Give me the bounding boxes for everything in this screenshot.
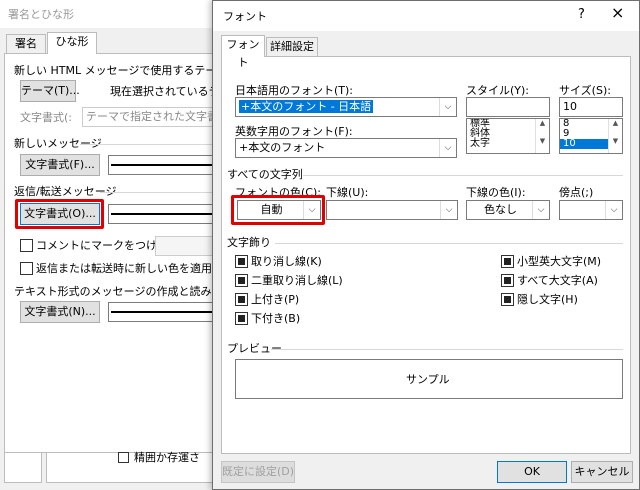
chevron-down-icon: ⌵ (605, 201, 622, 219)
effects-divider (275, 243, 623, 244)
new-message-font-button[interactable]: 文字書式(F)... (20, 154, 100, 176)
subscript-checkbox[interactable] (235, 312, 248, 325)
back-window-title: 署名とひな形 (8, 8, 74, 21)
preview-divider (271, 349, 623, 350)
hidden-checkbox[interactable] (501, 293, 514, 306)
font-dialog: フォント ? × フォント 詳細設定 日本語用のフォント(T): +本文のフォン… (212, 0, 640, 490)
underline-label: 下線(U): (326, 186, 369, 199)
en-font-select[interactable]: +本文のフォント ⌵ (235, 138, 457, 158)
reply-divider (100, 192, 230, 193)
plain-text-group-label: テキスト形式のメッセージの作成と読み込み (14, 285, 234, 298)
underline-select[interactable]: ⌵ (326, 200, 458, 220)
style-input[interactable] (466, 97, 550, 117)
tab-advanced[interactable]: 詳細設定 (266, 37, 318, 57)
dialog-title-bar: フォント ? × (213, 1, 639, 31)
back-footer-pane-left (4, 453, 42, 483)
reply-font-highlight (15, 199, 104, 229)
chevron-down-icon: ⌵ (532, 201, 549, 219)
hidden-label: 隠し文字(H) (517, 293, 578, 306)
dialog-title: フォント (223, 10, 267, 23)
strikethrough-label: 取り消し線(K) (251, 255, 322, 268)
ok-button[interactable]: OK (497, 461, 567, 483)
emphasis-label: 傍点(;) (559, 186, 594, 199)
style-label: スタイル(Y): (466, 84, 530, 97)
jp-font-select[interactable]: +本文のフォント - 日本語 ⌵ (235, 97, 457, 117)
all-caps-checkbox[interactable] (501, 274, 514, 287)
theme-group-label: 新しい HTML メッセージで使用するテーマ (14, 64, 228, 77)
pick-color-checkbox[interactable] (20, 262, 33, 275)
strikethrough-checkbox[interactable] (235, 255, 248, 268)
small-caps-label: 小型英大文字(M) (517, 255, 602, 268)
underline-color-value: 色なし (484, 203, 517, 216)
size-list-scrollbar[interactable]: ▲ ▼ (608, 119, 622, 153)
jp-font-value: +本文のフォント - 日本語 (239, 100, 374, 113)
close-icon[interactable]: × (611, 5, 624, 21)
mark-comments-checkbox[interactable] (20, 239, 33, 252)
superscript-label: 上付き(P) (251, 293, 300, 306)
help-icon[interactable]: ? (578, 8, 585, 21)
underline-color-select[interactable]: 色なし ⌵ (466, 200, 550, 220)
size-input[interactable]: 10 (559, 97, 623, 117)
chevron-down-icon: ⌵ (439, 139, 456, 157)
preview-box: サンプル (235, 359, 623, 399)
chevron-down-icon: ⌵ (439, 98, 456, 116)
theme-font-label: 文字書式(: (20, 111, 72, 124)
plain-text-font-button[interactable]: 文字書式(N)... (20, 301, 100, 323)
superscript-checkbox[interactable] (235, 293, 248, 306)
chevron-down-icon: ⌵ (440, 201, 457, 219)
en-font-value: +本文のフォント (239, 141, 326, 154)
emphasis-select[interactable]: ⌵ (559, 200, 623, 220)
stationery-checkbox[interactable] (118, 452, 129, 463)
tab-font[interactable]: フォント (221, 35, 265, 69)
small-caps-checkbox[interactable] (501, 255, 514, 268)
new-message-divider (80, 144, 230, 145)
all-text-divider (303, 175, 623, 176)
theme-button[interactable]: テーマ(T)... (20, 80, 80, 102)
size-list[interactable]: 8 9 10 ▲ ▼ (559, 118, 623, 154)
cancel-button[interactable]: キャンセル (571, 461, 633, 483)
tab-stationery[interactable]: ひな形 (47, 32, 97, 54)
subscript-label: 下付き(B) (251, 312, 301, 325)
en-font-label: 英数字用のフォント(F): (235, 125, 353, 138)
double-strikethrough-label: 二重取り消し線(L) (251, 274, 343, 287)
all-caps-label: すべて大文字(A) (517, 274, 598, 287)
jp-font-label: 日本語用のフォント(T): (235, 84, 354, 97)
all-text-group-label: すべての文字列 (227, 168, 303, 181)
font-color-highlight (231, 195, 325, 225)
signatures-stationery-window: 署名とひな形 署名 ひな形 新しい HTML メッセージで使用するテーマ テーマ… (0, 0, 250, 490)
theme-font-select[interactable]: テーマで指定された文字書式を使 (82, 107, 222, 127)
style-list[interactable]: 標準 斜体 太字 ▲ ▼ (466, 118, 550, 154)
preview-text: サンプル (406, 373, 450, 386)
back-title-bar: 署名とひな形 (0, 0, 232, 28)
stationery-hint: 精囲か存運さ (134, 451, 200, 464)
set-default-button[interactable]: 既定に設定(D) (221, 461, 295, 483)
double-strikethrough-checkbox[interactable] (235, 274, 248, 287)
style-list-scrollbar[interactable]: ▲ ▼ (535, 119, 549, 153)
tab-signature[interactable]: 署名 (6, 34, 46, 54)
underline-color-label: 下線の色(I): (466, 186, 526, 199)
size-label: サイズ(S): (559, 84, 611, 97)
effects-group-label: 文字飾り (227, 236, 271, 249)
